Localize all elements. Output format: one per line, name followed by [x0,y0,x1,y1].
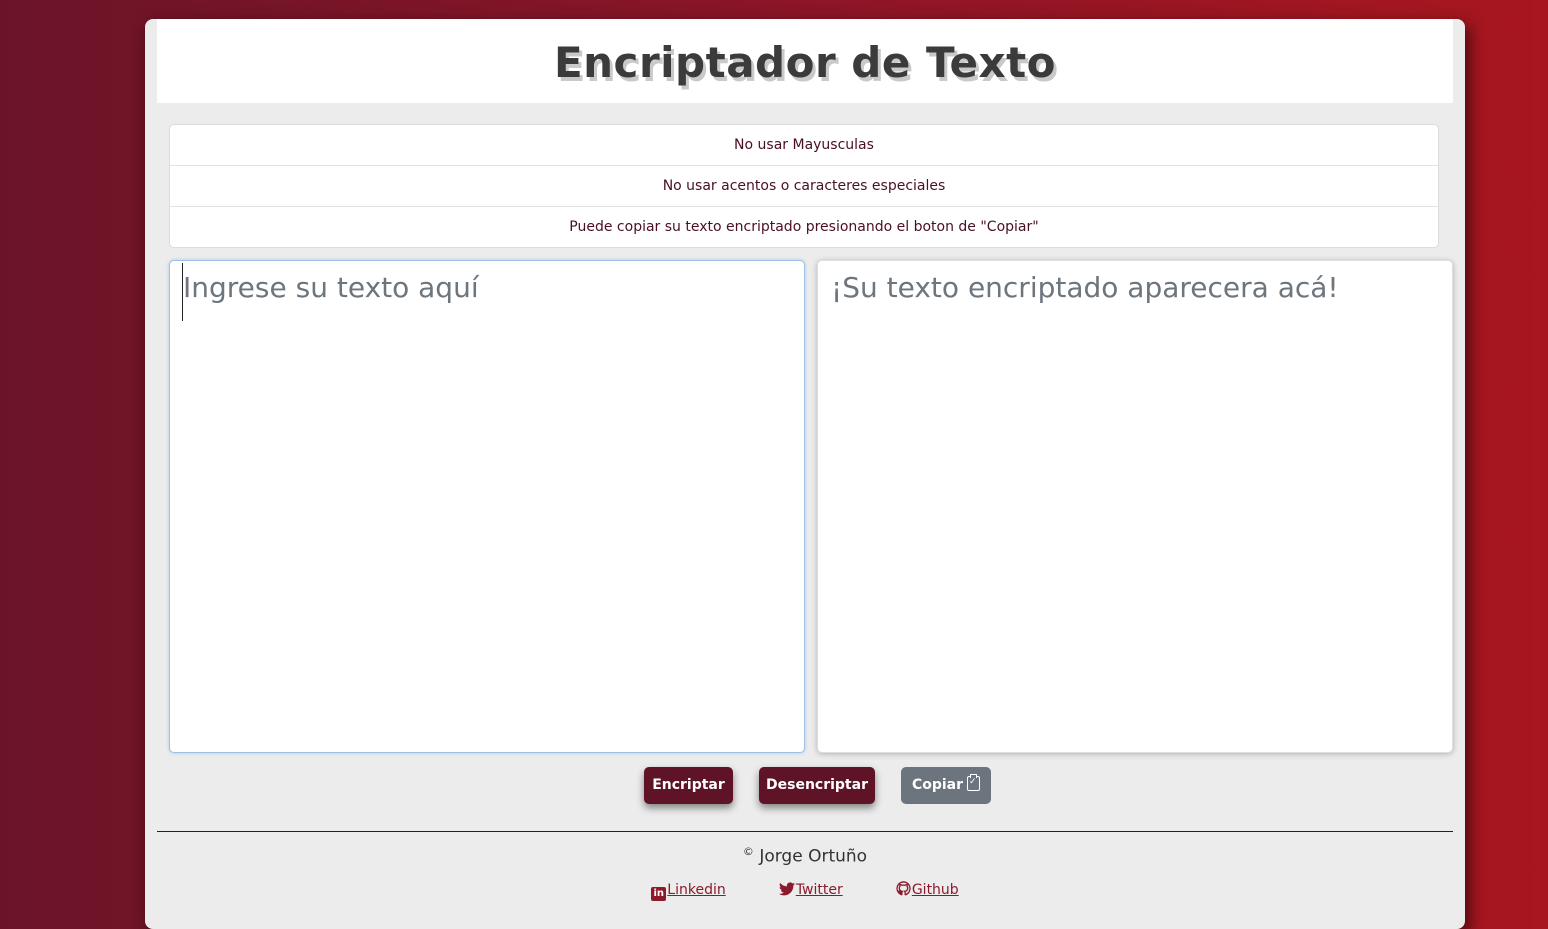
footer-divider [157,831,1453,832]
page-title: Encriptador de Texto [553,37,1057,87]
twitter-link[interactable]: Twitter [778,882,843,898]
header: Encriptador de Texto [157,19,1453,103]
footer-author: © Jorge Ortuño [145,845,1465,867]
main-card: Encriptador de Texto No usar Mayusculas … [145,19,1465,929]
decrypt-button[interactable]: Desencriptar [759,767,875,804]
linkedin-label: Linkedin [667,882,726,898]
input-placeholder: Ingrese su texto aquí [183,271,479,304]
linkedin-icon: in [651,887,667,901]
twitter-label: Twitter [795,882,843,898]
action-buttons: Encriptar Desencriptar Copiar [145,767,1465,805]
copy-button-label: Copiar [911,777,964,793]
author-name: Jorge Ortuño [759,846,868,867]
github-label: Github [911,882,959,898]
linkedin-link[interactable]: in Linkedin [651,882,726,901]
output-textarea[interactable]: ¡Su texto encriptado aparecera acá! [817,260,1453,753]
copy-button[interactable]: Copiar [901,767,991,804]
rule-item: Puede copiar su texto encriptado presion… [569,219,1039,235]
social-links: in Linkedin Twitter Github [145,879,1465,901]
input-textarea[interactable]: Ingrese su texto aquí [169,260,805,753]
rule-item: No usar acentos o caracteres especiales [170,166,1438,207]
rules-list: No usar Mayusculas No usar acentos o car… [169,124,1439,248]
github-link[interactable]: Github [896,881,959,898]
encrypt-button[interactable]: Encriptar [644,767,733,804]
github-icon [896,881,911,896]
rule-item: No usar Mayusculas [170,125,1438,166]
clipboard-check-icon [967,774,981,791]
output-placeholder: ¡Su texto encriptado aparecera acá! [831,271,1339,304]
copyright-symbol: © [742,845,754,858]
twitter-icon [778,882,795,896]
